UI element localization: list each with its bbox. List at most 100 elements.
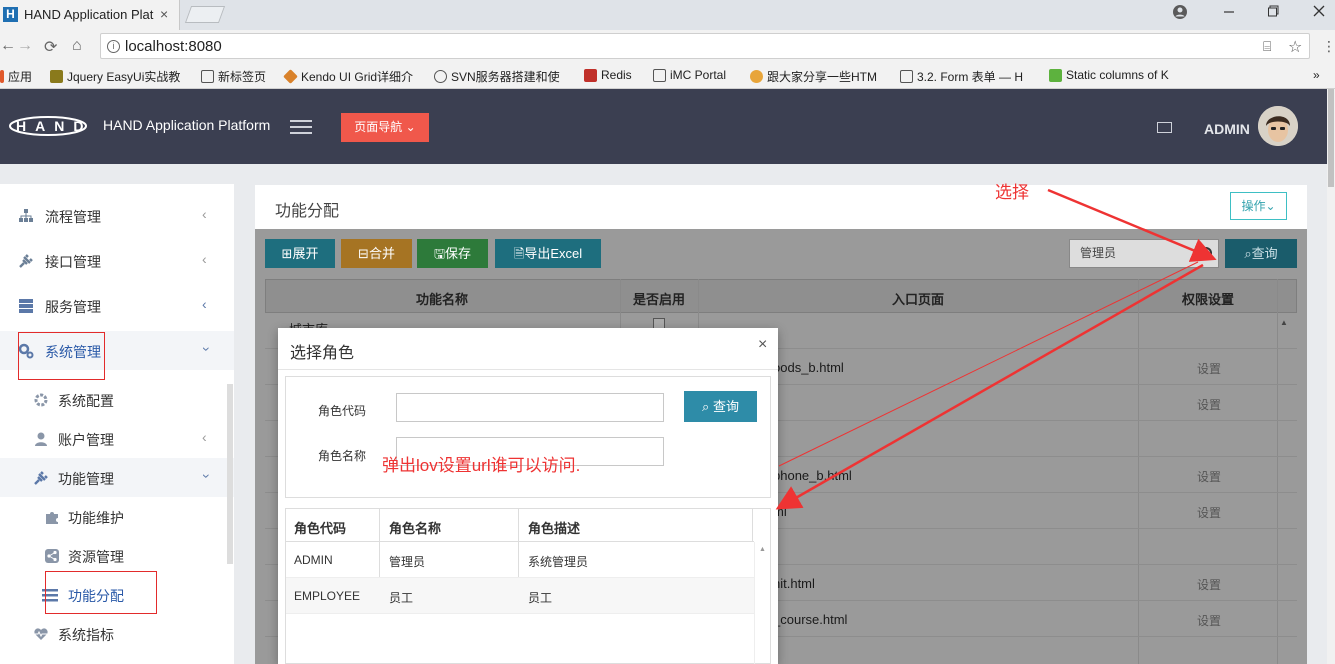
setting-link[interactable]: 设置: [1197, 504, 1221, 521]
table-row[interactable]: EMPLOYEE 员工 员工: [286, 578, 754, 614]
setting-link[interactable]: 设置: [1197, 360, 1221, 377]
setting-link[interactable]: 设置: [1197, 468, 1221, 485]
page-nav-button[interactable]: 页面导航 ⌄: [341, 113, 429, 142]
user-name[interactable]: ADMIN: [1204, 121, 1250, 137]
redis-icon: [584, 68, 597, 82]
bookmark-newtab[interactable]: 新标签页: [201, 68, 266, 85]
sidebar-item-sysconfig[interactable]: 系统配置: [0, 380, 234, 419]
sidebar-item-service[interactable]: 服务管理 ‹: [0, 286, 234, 325]
col-enabled[interactable]: 是否启用: [633, 289, 685, 308]
role-table-header: 角色代码 角色名称 角色描述: [286, 509, 754, 542]
sidebar-item-resource[interactable]: 资源管理: [0, 536, 234, 575]
col-permission[interactable]: 权限设置: [1182, 289, 1234, 308]
setting-link[interactable]: 设置: [1197, 612, 1221, 629]
browser-tab[interactable]: H HAND Application Plat ×: [0, 0, 180, 30]
role-table-scrollbar[interactable]: ▲: [754, 542, 770, 664]
dialog-query-button[interactable]: ⌕ 查询: [684, 391, 757, 422]
col-role-name[interactable]: 角色名称: [389, 518, 441, 537]
sidebar-item-label: 功能管理: [58, 471, 114, 487]
gear-icon: [34, 393, 48, 407]
scrollbar-thumb[interactable]: [1328, 89, 1334, 187]
bookmark-jquery[interactable]: Jquery EasyUi实战教: [50, 68, 180, 85]
scroll-up-icon[interactable]: ▲: [759, 546, 766, 553]
translate-icon[interactable]: ⌸: [1263, 38, 1271, 55]
role-name-label: 角色名称: [318, 449, 367, 463]
sidebar: 流程管理 ‹ 接口管理 ‹ 服务管理 ‹ 系统管理 ‹ 系统配置 账户管理 ‹ …: [0, 184, 234, 664]
tab-close-icon[interactable]: ×: [160, 6, 168, 22]
sidebar-item-func-maintain[interactable]: 功能维护: [0, 497, 234, 536]
search-icon[interactable]: [1200, 247, 1212, 259]
bookmark-redis[interactable]: Redis: [584, 68, 632, 82]
sidebar-item-account[interactable]: 账户管理 ‹: [0, 419, 234, 458]
sidebar-item-label: 系统配置: [58, 393, 114, 409]
chevron-left-icon: ‹: [202, 206, 207, 222]
info-icon[interactable]: i: [107, 40, 120, 53]
minimize-icon[interactable]: [1222, 4, 1236, 21]
sidebar-item-label: 功能维护: [68, 510, 124, 526]
role-select-dialog: 选择角色 × 角色代码 角色名称 ⌕ 查询 角色代码 角色名称 角色描述 ADM…: [278, 328, 778, 664]
annotation-popup-note: 弹出lov设置url谁可以访问.: [382, 456, 581, 475]
avatar[interactable]: [1258, 106, 1298, 146]
merge-button[interactable]: ⊟合并: [341, 239, 412, 268]
grid-header: 功能名称 是否启用 入口页面 权限设置: [265, 279, 1297, 313]
bookmark-svn[interactable]: SVN服务器搭建和使: [434, 68, 560, 85]
sidebar-item-metrics[interactable]: 系统指标: [0, 614, 234, 653]
sidebar-scrollbar[interactable]: [227, 384, 233, 564]
query-button[interactable]: ⌕查询: [1225, 239, 1297, 268]
bookmark-form[interactable]: 3.2. Form 表单 — H: [900, 68, 1023, 85]
chevron-left-icon: ‹: [202, 429, 207, 445]
sidebar-item-flow[interactable]: 流程管理 ‹: [0, 196, 234, 235]
col-func-name[interactable]: 功能名称: [416, 289, 468, 308]
role-code-label: 角色代码: [318, 404, 367, 418]
heartbeat-icon: [34, 628, 48, 640]
hamburger-icon[interactable]: [290, 120, 312, 134]
new-tab-button[interactable]: [184, 6, 226, 23]
search-value: 管理员: [1080, 246, 1117, 260]
setting-link[interactable]: 设置: [1197, 396, 1221, 413]
grid-scroll-up-icon[interactable]: ▲: [1280, 318, 1288, 327]
bookmarks-more[interactable]: »: [1313, 68, 1320, 82]
url-field[interactable]: i localhost:8080 ⌸ ☆: [100, 33, 1310, 59]
back-icon[interactable]: ←: [0, 37, 16, 55]
url-text: localhost:8080: [125, 38, 222, 55]
close-icon[interactable]: ×: [758, 336, 767, 354]
col-entry-page[interactable]: 入口页面: [892, 289, 944, 308]
col-role-code[interactable]: 角色代码: [294, 518, 346, 537]
expand-button[interactable]: ⊞展开: [265, 239, 335, 268]
maximize-icon[interactable]: [1267, 4, 1281, 21]
reload-icon[interactable]: ⟳: [44, 37, 57, 57]
role-search-input[interactable]: 管理员: [1069, 239, 1219, 268]
bookmark-apps[interactable]: 应用: [0, 68, 32, 85]
ops-button[interactable]: 操作⌄: [1230, 192, 1287, 220]
dialog-title: 选择角色: [290, 345, 355, 362]
share-icon: [45, 549, 59, 563]
role-code-input[interactable]: [396, 393, 664, 422]
bookmark-imc[interactable]: iMC Portal: [653, 68, 726, 82]
home-icon[interactable]: ⌂: [72, 37, 82, 55]
monitor-icon[interactable]: [1157, 122, 1172, 133]
sidebar-item-function[interactable]: 功能管理 ‹: [0, 458, 234, 497]
sitemap-icon: [19, 209, 33, 222]
save-button[interactable]: 🖫保存: [417, 239, 488, 268]
menu-icon[interactable]: ⋮: [1322, 38, 1335, 55]
annotation-box-assign: [45, 571, 157, 614]
table-row[interactable]: ADMIN 管理员 系统管理员: [286, 542, 754, 578]
export-excel-button[interactable]: 🗎导出Excel: [495, 239, 601, 268]
plug-icon: [19, 254, 33, 268]
bulb-icon: [750, 70, 763, 83]
forward-icon[interactable]: →: [17, 37, 33, 55]
page-scrollbar[interactable]: [1327, 89, 1335, 664]
sidebar-item-interface[interactable]: 接口管理 ‹: [0, 241, 234, 280]
bookmark-kendo[interactable]: Kendo UI Grid详细介: [283, 68, 413, 85]
plug-icon: [34, 471, 48, 485]
sidebar-item-label: 资源管理: [68, 549, 124, 565]
col-role-desc[interactable]: 角色描述: [528, 518, 580, 537]
svn-icon: [434, 70, 447, 83]
sidebar-item-label: 系统指标: [58, 627, 114, 643]
account-icon[interactable]: [1172, 4, 1188, 23]
bookmark-static[interactable]: Static columns of K: [1049, 68, 1169, 82]
star-icon[interactable]: ☆: [1288, 37, 1302, 57]
bookmark-html[interactable]: 跟大家分享一些HTM: [750, 68, 877, 85]
close-window-icon[interactable]: [1312, 4, 1326, 21]
setting-link[interactable]: 设置: [1197, 576, 1221, 593]
